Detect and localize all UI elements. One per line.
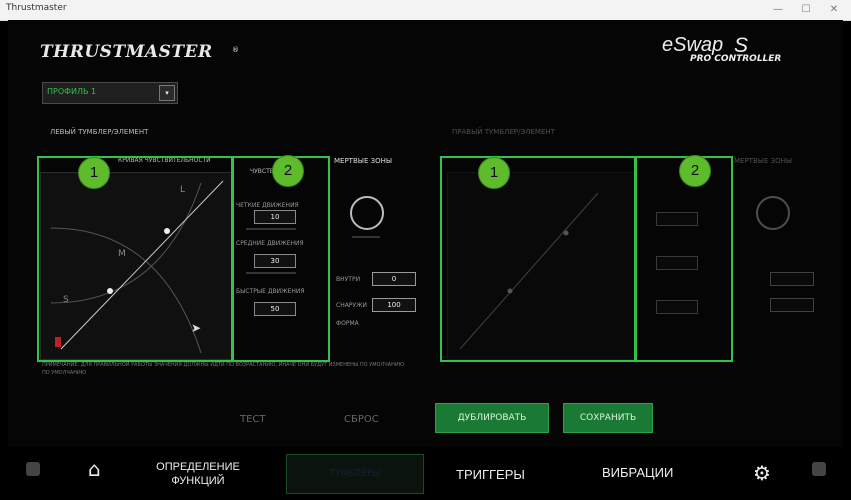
right-deadzone-preview [756, 196, 790, 230]
deadzone-preview [350, 196, 384, 230]
nav-sticks-label: ТУМБЛЕРЫ [329, 469, 381, 479]
badge-1-left: 1 [78, 157, 110, 189]
bottom-nav [8, 447, 843, 500]
left-stick-title: ЛЕВЫЙ ТУМБЛЕР/ЭЛЕМЕНТ [50, 128, 149, 136]
home-icon[interactable]: ⌂ [88, 457, 101, 481]
right-dz-inner-field[interactable] [770, 272, 814, 286]
profile-select[interactable]: ПРОФИЛЬ 1 ▾ [42, 82, 178, 104]
left-deadzone-title: МЕРТВЫЕ ЗОНЫ [334, 157, 393, 165]
badge-2-right: 2 [679, 155, 711, 187]
nav-functions[interactable]: ОПРЕДЕЛЕНИЕ ФУНКЦИЙ [150, 460, 246, 488]
highlight-left-curve [37, 156, 233, 362]
footer-note-2: ПО УМОЛЧАНИЮ [42, 370, 87, 376]
chevron-down-icon[interactable]: ▾ [159, 85, 175, 101]
highlight-right-zones [635, 156, 733, 362]
dz-label-shape: ФОРМА [336, 320, 359, 327]
right-stick-title: ПРАВЫЙ ТУМБЛЕР/ЭЛЕМЕНТ [452, 128, 555, 136]
dz-label-outer: СНАРУЖИ [336, 302, 368, 309]
dz-outer-field[interactable]: 100 [372, 298, 416, 312]
window-title: Thrustmaster [6, 3, 67, 13]
eswap-logo: eSwap S PRO CONTROLLER [662, 34, 832, 74]
test-button[interactable]: ТЕСТ [240, 414, 266, 425]
badge-2-left: 2 [272, 155, 304, 187]
maximize-button[interactable]: ☐ [794, 2, 818, 18]
save-button[interactable]: СОХРАНИТЬ [563, 403, 653, 433]
nav-functions-line1: ОПРЕДЕЛЕНИЕ [156, 461, 240, 473]
nav-sticks[interactable]: ТУМБЛЕРЫ [286, 454, 424, 494]
dz-label-inner: ВНУТРИ [336, 276, 361, 283]
footer-note: ПРИМЕЧАНИЕ: ДЛЯ ПРАВИЛЬНОЙ РАБОТЫ ЗНАЧЕН… [42, 362, 404, 368]
close-button[interactable]: ✕ [822, 2, 846, 18]
right-deadzone-title: МЕРТВЫЕ ЗОНЫ [734, 157, 793, 165]
nav-triggers[interactable]: ТРИГГЕРЫ [456, 467, 525, 482]
nav-functions-line2: ФУНКЦИЙ [171, 475, 225, 487]
minimize-button[interactable]: — [766, 2, 790, 18]
badge-1-right: 1 [478, 157, 510, 189]
profile-value: ПРОФИЛЬ 1 [47, 87, 97, 96]
controller-left-icon[interactable] [26, 462, 40, 476]
thrustmaster-logo: THRUSTMASTER [40, 42, 213, 62]
nav-vibrations[interactable]: ВИБРАЦИИ [602, 465, 673, 480]
controller-right-icon[interactable] [812, 462, 826, 476]
trademark-mark: ® [232, 46, 239, 54]
gear-icon[interactable]: ⚙ [753, 461, 771, 485]
deadzone-preview-bar [352, 236, 380, 238]
right-dz-outer-field[interactable] [770, 298, 814, 312]
highlight-left-zones [232, 156, 330, 362]
dz-inner-field[interactable]: 0 [372, 272, 416, 286]
pro-controller-label: PRO CONTROLLER [690, 54, 782, 64]
reset-button[interactable]: СБРОС [344, 414, 379, 425]
window-titlebar: Thrustmaster — ☐ ✕ [0, 0, 851, 21]
duplicate-button[interactable]: ДУБЛИРОВАТЬ [435, 403, 549, 433]
highlight-right-curve [440, 156, 636, 362]
